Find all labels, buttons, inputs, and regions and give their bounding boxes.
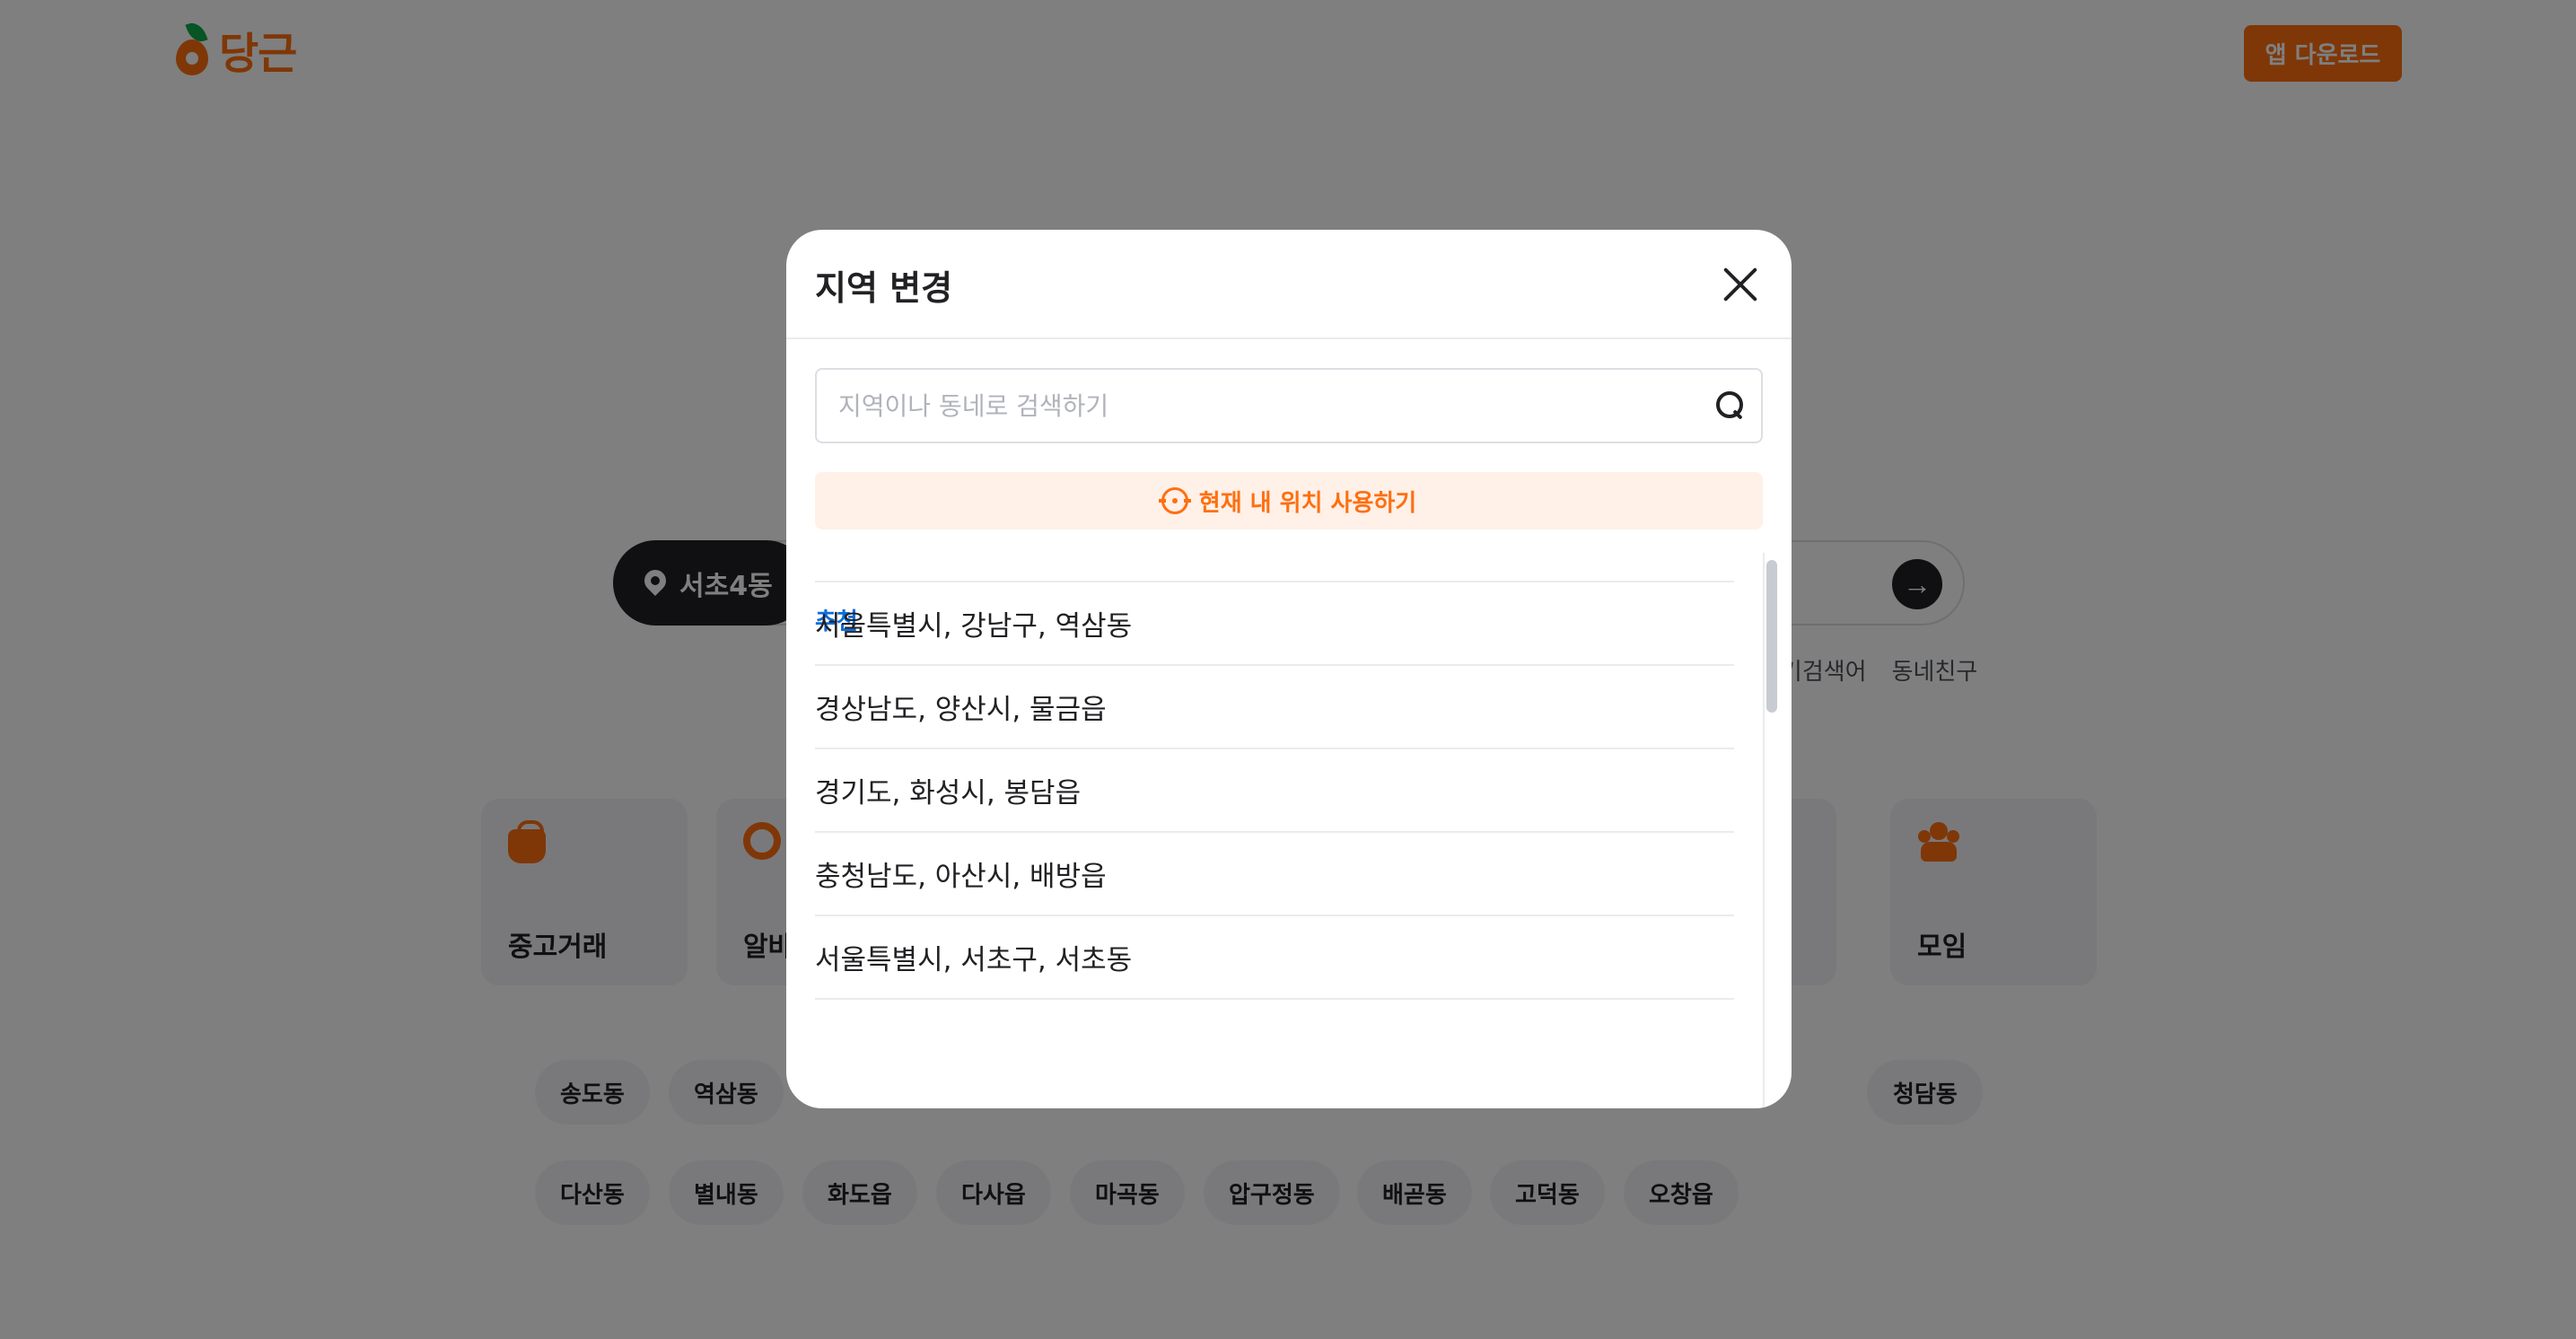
list-scrollbar[interactable] [1763,553,1777,1108]
region-option[interactable]: 충청남도, 아산시, 배방읍 [815,833,1734,916]
region-search-field [815,368,1763,443]
search-icon[interactable] [1714,389,1745,420]
use-current-location-button[interactable]: 현재 내 위치 사용하기 [815,472,1763,529]
region-options: 인천광역시, 연수구, 송도동 서울특별시, 강남구, 역삼동 경상남도, 양산… [815,558,1734,1000]
close-icon[interactable] [1718,262,1763,307]
region-search-input[interactable] [817,370,1696,442]
region-change-modal: 지역 변경 현재 내 위치 사용하기 추천 인천광역시, 연 [786,230,1792,1108]
region-option[interactable]: 인천광역시, 연수구, 송도동 [815,558,1734,582]
modal-header: 지역 변경 [786,230,1792,339]
use-location-label: 현재 내 위치 사용하기 [1198,489,1417,517]
crosshair-icon [1158,487,1191,514]
region-option[interactable]: 서울특별시, 강남구, 역삼동 [815,582,1734,666]
scroll-thumb[interactable] [1766,560,1777,713]
region-option[interactable]: 경기도, 화성시, 봉담읍 [815,749,1734,833]
modal-title: 지역 변경 [815,268,953,308]
region-option[interactable]: 경상남도, 양산시, 물금읍 [815,666,1734,749]
region-list-area: 추천 인천광역시, 연수구, 송도동 서울특별시, 강남구, 역삼동 경상남도,… [786,558,1792,1108]
region-option[interactable]: 서울특별시, 서초구, 서초동 [815,916,1734,1000]
